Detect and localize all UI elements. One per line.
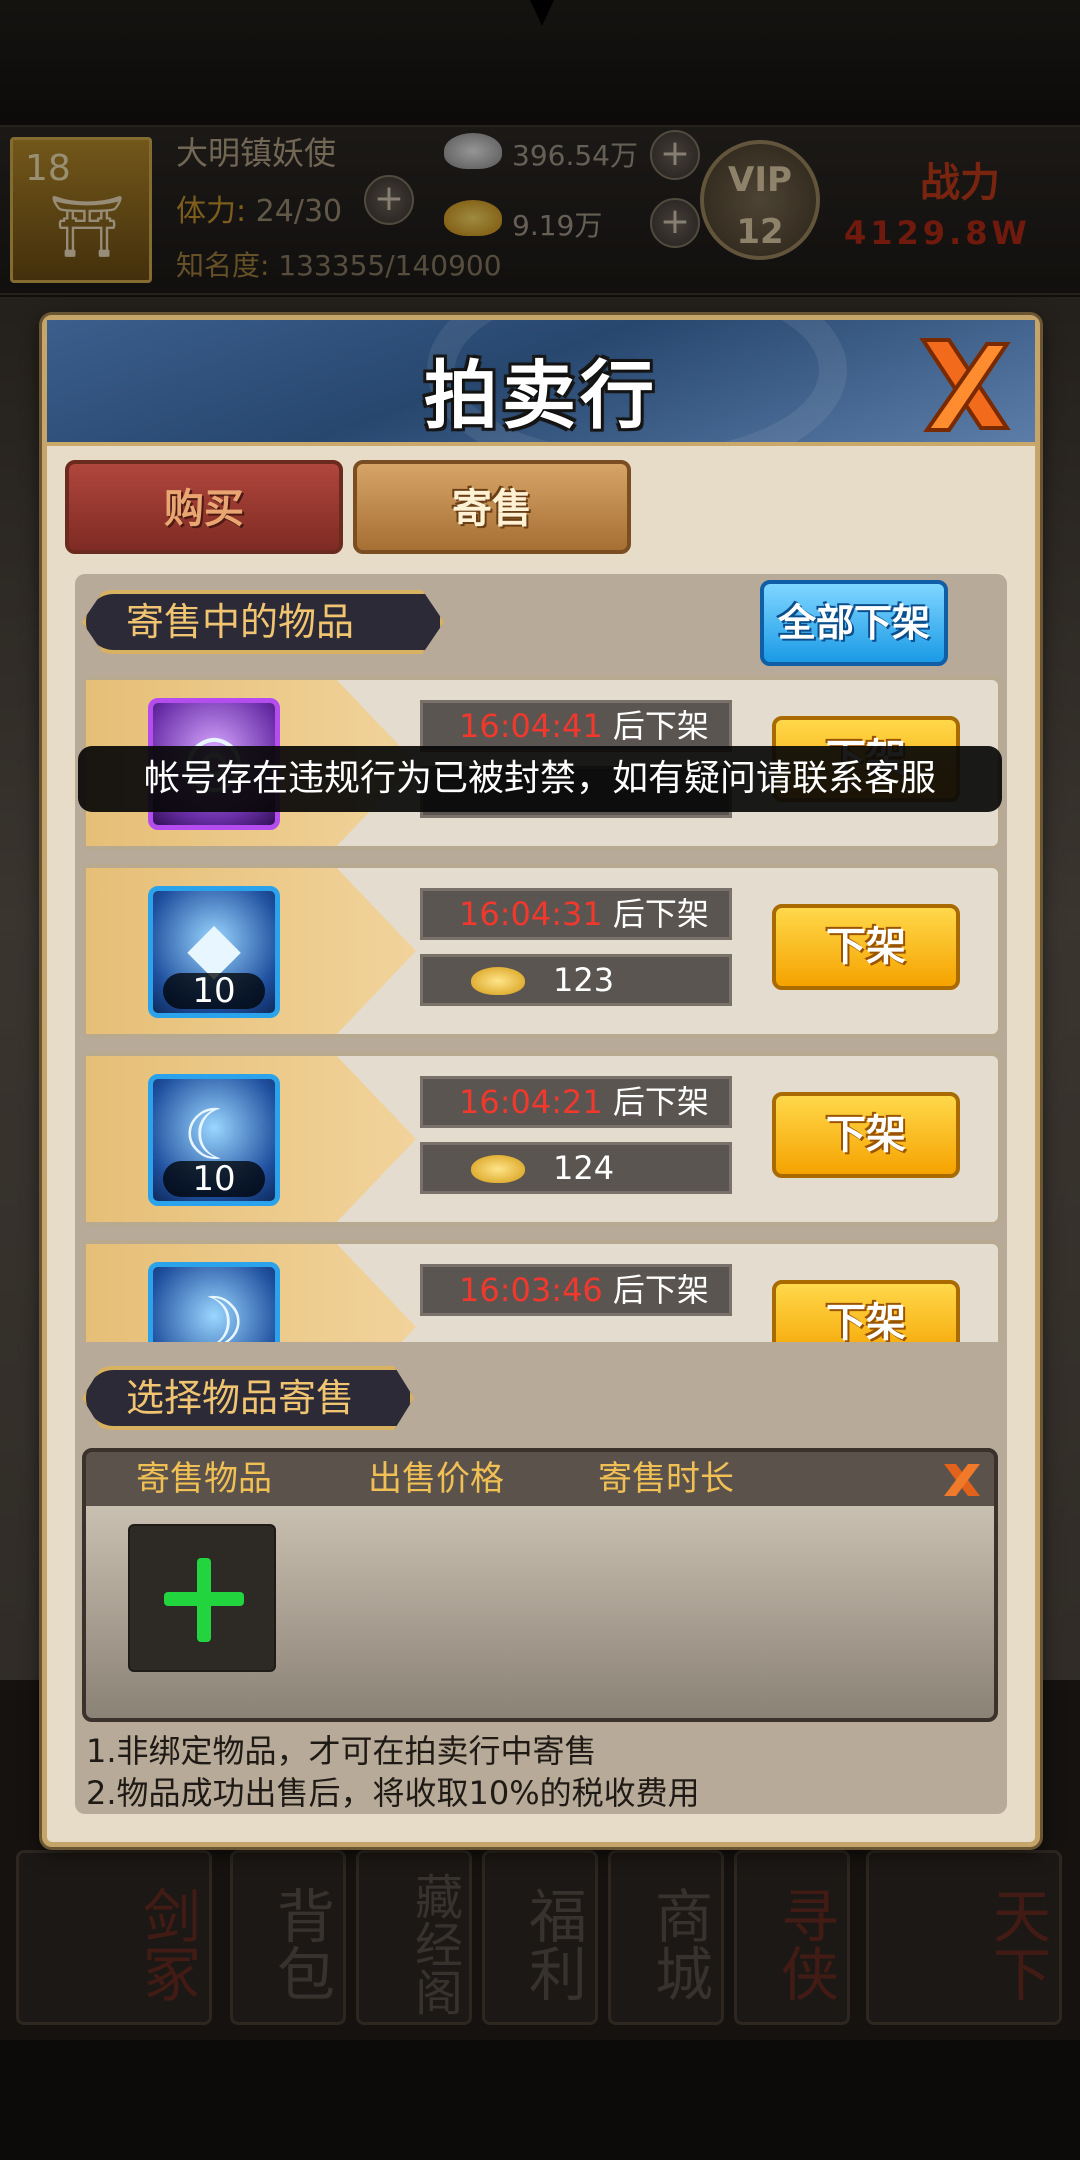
time-value: 16:04:41 [459,707,603,745]
select-item-label: 选择物品寄售 [82,1366,414,1430]
gold-ingot-icon [471,1155,525,1183]
consigned-items-label: 寄售中的物品 [82,590,444,654]
note-1: 1.非绑定物品，才可在拍卖行中寄售 [86,1732,597,1770]
price-value: 123 [553,961,615,999]
price-field: 124 [420,1142,732,1194]
consign-form: 寄售物品 出售价格 寄售时长 [82,1448,998,1722]
horn-icon: ☽ [182,1282,246,1342]
remove-button[interactable]: 下架 [772,904,960,990]
item-icon[interactable]: ☽ [148,1262,280,1342]
gold-ingot-icon [471,967,525,995]
tab-buy[interactable]: 购买 [65,460,343,554]
dialog-title: 拍卖行 [424,353,658,439]
ban-notice-toast: 帐号存在违规行为已被封禁，如有疑问请联系客服 [78,746,1002,812]
tab-sell[interactable]: 寄售 [353,460,631,554]
header-duration: 寄售时长 [598,1459,734,1499]
time-suffix: 后下架 [612,895,709,933]
time-value: 16:03:46 [459,1271,603,1309]
remove-button[interactable]: 下架 [772,1092,960,1178]
add-item-slot[interactable] [128,1524,276,1672]
time-value: 16:04:21 [459,1083,603,1121]
list-item[interactable]: ☾ 10 16:04:21 后下架 124 下架 [82,1052,1002,1226]
time-suffix: 后下架 [612,1083,709,1121]
note-2: 2.物品成功出售后，将收取10%的税收费用 [86,1774,700,1812]
item-count: 10 [163,1161,265,1197]
list-item[interactable]: ☽ 16:03:46 后下架 下架 [82,1240,1002,1342]
time-value: 16:04:31 [459,895,603,933]
time-remaining: 16:03:46 后下架 [420,1264,732,1316]
item-count: 10 [163,973,265,1009]
time-suffix: 后下架 [612,707,709,745]
close-icon [919,338,1011,432]
clear-selection-button[interactable] [938,1458,986,1502]
dialog-header: 拍卖行 [47,320,1035,446]
item-icon[interactable]: ☾ 10 [148,1074,280,1206]
remove-button[interactable]: 下架 [772,1280,960,1342]
price-value: 124 [553,1149,615,1187]
time-suffix: 后下架 [612,1271,709,1309]
item-icon[interactable]: ◆ 10 [148,886,280,1018]
time-remaining: 16:04:21 后下架 [420,1076,732,1128]
header-price: 出售价格 [368,1459,504,1499]
time-remaining: 16:04:31 后下架 [420,888,732,940]
header-item: 寄售物品 [136,1459,272,1499]
remove-all-button[interactable]: 全部下架 [760,580,948,666]
price-field: 123 [420,954,732,1006]
list-item[interactable]: ◆ 10 16:04:31 后下架 123 下架 [82,864,1002,1038]
time-remaining: 16:04:41 后下架 [420,700,732,752]
close-button[interactable] [909,330,1021,440]
close-icon [944,1464,980,1496]
